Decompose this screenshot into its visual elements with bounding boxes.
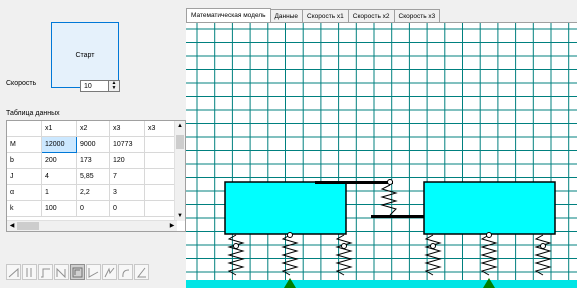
data-grid[interactable]: x1 x2 x3 x3 M 12000 9000 10773 b 200 173… — [6, 120, 186, 232]
tab-speed-x2[interactable]: Скорость x2 — [347, 9, 395, 23]
tab-speed-x3[interactable]: Скорость x3 — [393, 9, 441, 23]
table-cell[interactable] — [144, 168, 178, 185]
table-cell[interactable]: 0 — [109, 200, 145, 217]
speed-spinner[interactable]: ▲ ▼ — [108, 81, 119, 91]
ramp-icon[interactable] — [86, 264, 101, 280]
table-row: J 4 5,85 7 — [7, 168, 178, 185]
tab-math-model[interactable]: Математическая модель — [186, 8, 271, 23]
header-corner — [7, 121, 42, 137]
coupling-spring — [380, 184, 398, 216]
table-title: Таблица данных — [6, 110, 60, 117]
table-cell[interactable]: 5,85 — [76, 168, 110, 185]
row-header[interactable]: J — [7, 168, 42, 185]
coupling-joint — [387, 179, 393, 185]
table-row: k 100 0 0 — [7, 200, 178, 217]
table-cell[interactable]: 7 — [109, 168, 145, 185]
table-cell[interactable]: 9000 — [76, 136, 110, 153]
angle-icon[interactable] — [134, 264, 149, 280]
spin-down-icon[interactable]: ▼ — [109, 86, 119, 91]
step-notch-icon[interactable] — [54, 264, 69, 280]
column-header[interactable]: x3 — [144, 121, 178, 137]
coupling-bar-top — [315, 181, 393, 184]
speed-label: Скорость — [6, 80, 37, 87]
table-cell[interactable]: 120 — [109, 152, 145, 169]
row-header[interactable]: k — [7, 200, 42, 217]
table-cell[interactable]: 10773 — [109, 136, 145, 153]
model-drawing — [186, 23, 577, 288]
simulation-canvas[interactable] — [186, 22, 577, 288]
speed-value: 10 — [84, 83, 92, 90]
scroll-right-icon[interactable]: ▶ — [167, 221, 177, 231]
table-row: M 12000 9000 10773 — [7, 136, 178, 153]
table-cell[interactable]: 1 — [41, 184, 77, 201]
pause-icon[interactable] — [22, 264, 37, 280]
mass-body-right — [423, 181, 556, 235]
mass-body-left — [224, 181, 347, 235]
table-cell[interactable]: 173 — [76, 152, 110, 169]
coupling-bar-bottom — [371, 215, 424, 218]
scroll-up-icon[interactable]: ▲ — [175, 121, 185, 131]
control-panel: Старт Скорость 10 ▲ ▼ Таблица данных x1 … — [0, 0, 186, 287]
grid-lines — [186, 23, 577, 288]
arc-icon[interactable] — [118, 264, 133, 280]
step-up-icon[interactable] — [38, 264, 53, 280]
tab-strip: Математическая модель Данные Скорость x1… — [186, 8, 441, 23]
table-header-row: x1 x2 x3 x3 — [7, 121, 178, 137]
row-header[interactable]: b — [7, 152, 42, 169]
column-header[interactable]: x3 — [109, 121, 145, 137]
table-cell[interactable] — [144, 200, 178, 217]
line-ramp-icon[interactable] — [6, 264, 21, 280]
table-cell[interactable] — [144, 136, 178, 153]
table-row: α 1 2,2 3 — [7, 184, 178, 201]
table-cell[interactable]: 2,2 — [76, 184, 110, 201]
tab-speed-x1[interactable]: Скорость x1 — [302, 9, 349, 23]
support-springs — [227, 232, 552, 276]
scroll-left-icon[interactable]: ◀ — [7, 221, 17, 231]
row-header[interactable]: M — [7, 136, 42, 153]
tab-data[interactable]: Данные — [269, 9, 304, 23]
column-header[interactable]: x2 — [76, 121, 110, 137]
table-cell[interactable]: 0 — [76, 200, 110, 217]
row-header[interactable]: α — [7, 184, 42, 201]
drawing-toolbar — [6, 264, 149, 282]
vertical-scrollbar[interactable]: ▲ ▼ — [174, 121, 185, 221]
vertical-scroll-thumb[interactable] — [176, 135, 184, 149]
horizontal-scroll-thumb[interactable] — [17, 222, 39, 230]
table-cell-selected[interactable]: 12000 — [41, 136, 77, 153]
table-cell[interactable] — [144, 184, 178, 201]
speed-input[interactable]: 10 ▲ ▼ — [80, 80, 120, 92]
double-ramp-icon[interactable] — [102, 264, 117, 280]
start-button[interactable]: Старт — [51, 22, 119, 88]
table-cell[interactable] — [144, 152, 178, 169]
horizontal-scrollbar[interactable]: ◀ ▶ — [7, 220, 177, 231]
table-cell[interactable]: 3 — [109, 184, 145, 201]
select-icon[interactable] — [70, 264, 85, 280]
table-cell[interactable]: 4 — [41, 168, 77, 185]
table-cell[interactable]: 100 — [41, 200, 77, 217]
table-row: b 200 173 120 — [7, 152, 178, 169]
column-header[interactable]: x1 — [41, 121, 77, 137]
table-cell[interactable]: 200 — [41, 152, 77, 169]
